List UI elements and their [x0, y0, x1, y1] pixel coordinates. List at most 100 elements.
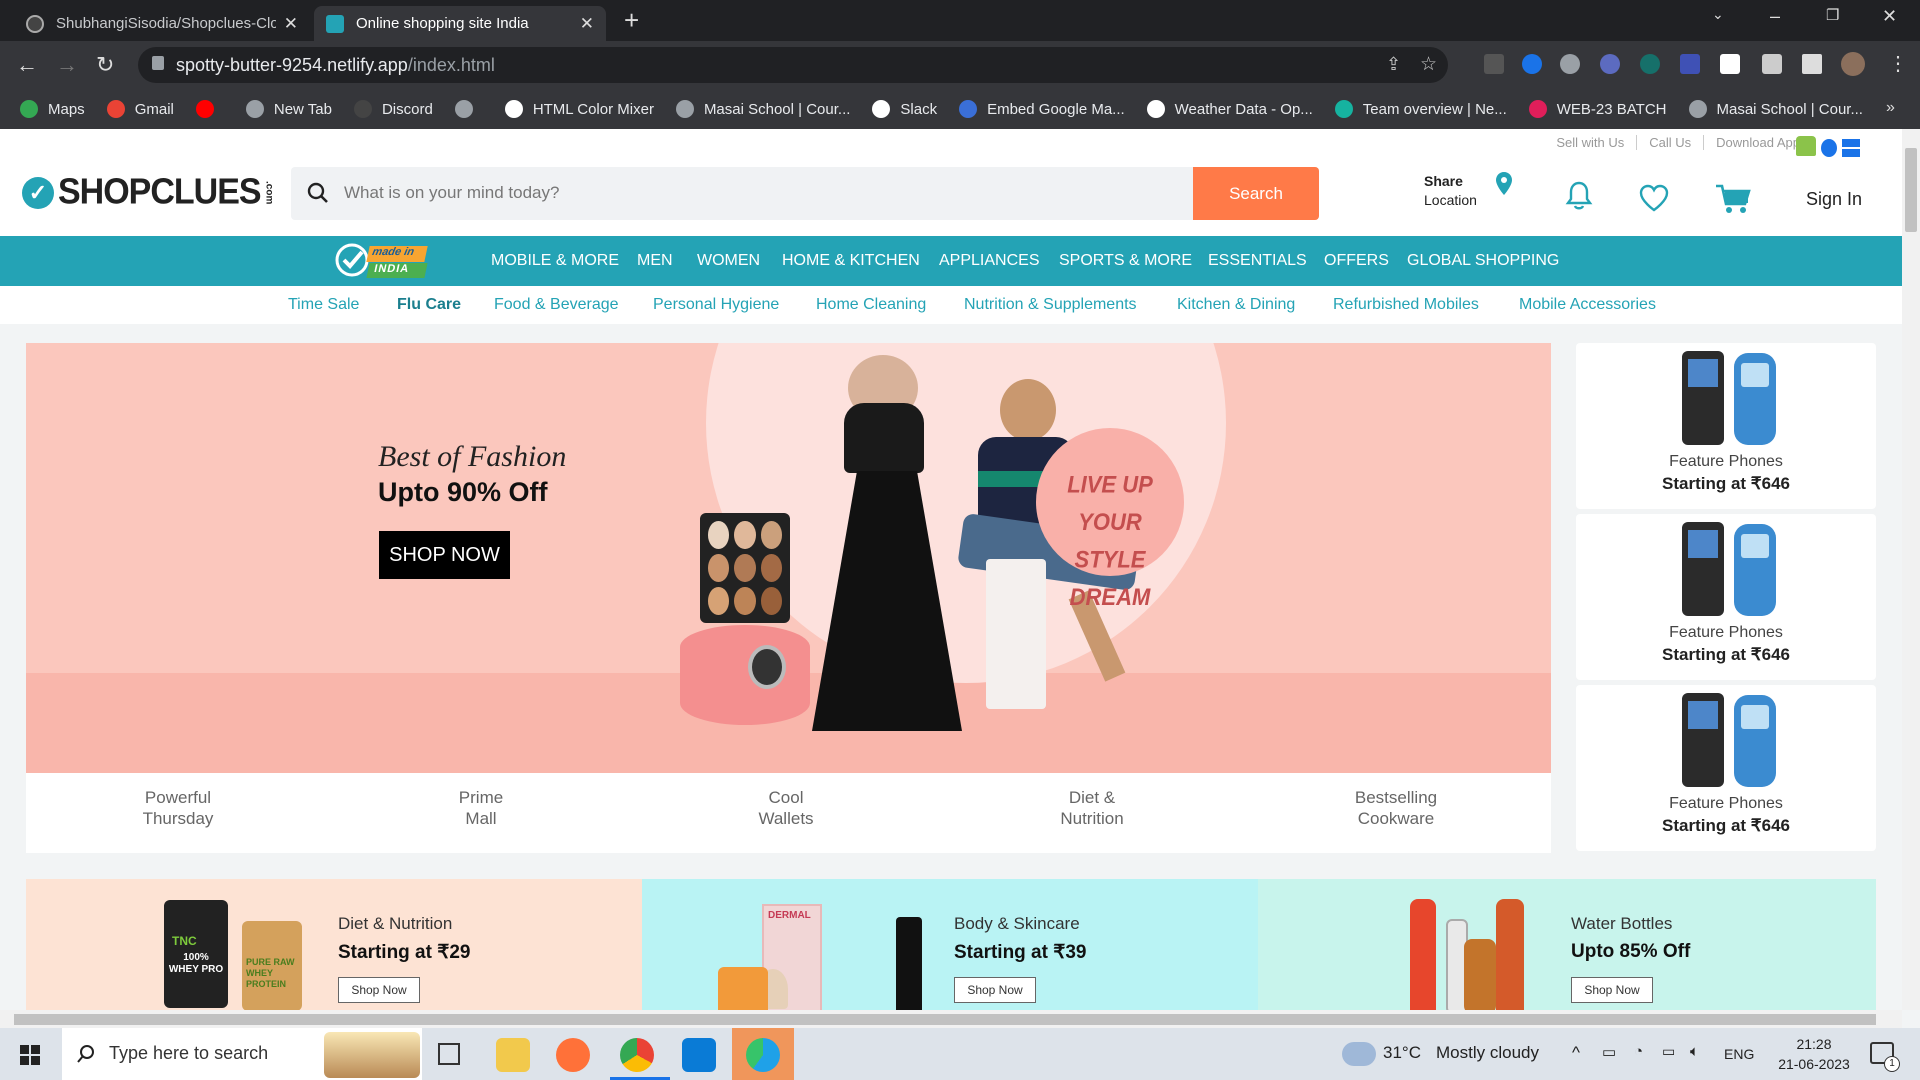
- category-link[interactable]: OFFERS: [1324, 252, 1389, 270]
- cart-icon[interactable]: [1715, 183, 1751, 215]
- promo-card-body-skincare[interactable]: DERMAL Body & Skincare Starting at ₹39 S…: [642, 879, 1258, 1010]
- hero-quick-link[interactable]: Bestselling Cookware: [1296, 787, 1496, 829]
- hero-quick-link[interactable]: Prime Mall: [381, 787, 581, 829]
- bookmark-item[interactable]: Masai School | Cour...: [675, 100, 850, 118]
- battery-icon[interactable]: ▭: [1662, 1043, 1675, 1060]
- bookmark-item[interactable]: Team overview | Ne...: [1334, 100, 1507, 118]
- browser-tab-github[interactable]: ShubhangiSisodia/Shopclues-Clo ✕: [14, 6, 310, 41]
- clock[interactable]: 21:28 21-06-2023: [1772, 1034, 1856, 1074]
- close-tab-icon[interactable]: ✕: [580, 14, 594, 34]
- shop-now-button[interactable]: Shop Now: [338, 977, 420, 1003]
- wifi-icon[interactable]: ◔: [1634, 1043, 1643, 1060]
- bookmark-star-icon[interactable]: ☆: [1420, 53, 1437, 76]
- hero-quick-link[interactable]: Cool Wallets: [686, 787, 886, 829]
- category-link[interactable]: WOMEN: [697, 252, 760, 270]
- close-tab-icon[interactable]: ✕: [284, 14, 298, 34]
- bookmark-item[interactable]: Slack: [872, 100, 937, 118]
- edge-icon[interactable]: [746, 1038, 780, 1072]
- address-bar[interactable]: spotty-butter-9254.netlify.app/index.htm…: [138, 47, 1448, 83]
- bookmark-item[interactable]: Weather Data - Op...: [1146, 100, 1313, 118]
- extension-react-icon[interactable]: [1600, 54, 1620, 74]
- weather-cloud-icon[interactable]: [1342, 1042, 1376, 1066]
- category-link[interactable]: GLOBAL SHOPPING: [1407, 252, 1559, 270]
- category-link[interactable]: SPORTS & MORE: [1059, 252, 1192, 270]
- more-bookmarks-icon[interactable]: »: [1886, 99, 1895, 117]
- extension-puzzle-blue-icon[interactable]: [1680, 54, 1700, 74]
- subcategory-link[interactable]: Flu Care: [397, 296, 461, 314]
- call-us-link[interactable]: Call Us: [1637, 135, 1705, 150]
- shop-now-button[interactable]: SHOP NOW: [379, 531, 510, 579]
- restore-icon[interactable]: ❐: [1826, 6, 1839, 24]
- bookmark-item[interactable]: Maps: [20, 100, 85, 118]
- subcategory-link[interactable]: Personal Hygiene: [653, 296, 779, 314]
- extension-pen-icon[interactable]: [1484, 54, 1504, 74]
- volume-icon[interactable]: 🔈︎: [1690, 1043, 1699, 1060]
- bookmark-item[interactable]: WEB-23 BATCH: [1528, 100, 1667, 118]
- bookmark-item[interactable]: Embed Google Ma...: [959, 100, 1125, 118]
- bookmark-item[interactable]: New Tab: [245, 100, 332, 118]
- extensions-puzzle-icon[interactable]: [1762, 54, 1782, 74]
- subcategory-link[interactable]: Time Sale: [288, 296, 359, 314]
- feature-phone-card[interactable]: Feature Phones Starting at ₹646: [1576, 343, 1876, 509]
- horizontal-scroll-thumb[interactable]: [14, 1014, 1876, 1025]
- promo-card-diet-nutrition[interactable]: TNC 100% WHEY PRO PURE RAW WHEY PROTEIN …: [26, 879, 642, 1010]
- extension-blue-icon[interactable]: [1522, 54, 1542, 74]
- side-panel-icon[interactable]: [1802, 54, 1822, 74]
- extension-grammarly-icon[interactable]: [1560, 54, 1580, 74]
- browser-tab-shopclues[interactable]: Online shopping site India ✕: [314, 6, 606, 41]
- feature-phone-card[interactable]: Feature Phones Starting at ₹646: [1576, 685, 1876, 851]
- apple-icon[interactable]: [1821, 139, 1837, 157]
- location-pin-icon[interactable]: [1494, 171, 1514, 197]
- hero-quick-link[interactable]: Powerful Thursday: [78, 787, 278, 829]
- back-arrow-icon[interactable]: ←: [16, 52, 38, 78]
- bookmark-item[interactable]: HTML Color Mixer: [504, 100, 654, 118]
- chrome-icon[interactable]: [620, 1038, 654, 1072]
- file-explorer-icon[interactable]: [496, 1038, 530, 1072]
- promo-card-water-bottles[interactable]: Water Bottles Upto 85% Off Shop Now: [1258, 879, 1876, 1010]
- bookmark-item[interactable]: [195, 100, 224, 118]
- subcategory-link[interactable]: Kitchen & Dining: [1177, 296, 1295, 314]
- shop-now-button[interactable]: Shop Now: [954, 977, 1036, 1003]
- reload-icon[interactable]: ↻: [96, 52, 114, 78]
- vertical-scrollbar[interactable]: [1902, 129, 1920, 1010]
- category-link[interactable]: APPLIANCES: [939, 252, 1039, 270]
- vscode-icon[interactable]: [682, 1038, 716, 1072]
- subcategory-link[interactable]: Food & Beverage: [494, 296, 619, 314]
- extension-b-icon[interactable]: [1720, 54, 1740, 74]
- feature-phone-card[interactable]: Feature Phones Starting at ₹646: [1576, 514, 1876, 680]
- sell-with-us-link[interactable]: Sell with Us: [1544, 135, 1638, 150]
- forward-arrow-icon[interactable]: →: [56, 52, 78, 78]
- search-input[interactable]: What is on your mind today?: [344, 183, 559, 203]
- share-page-icon[interactable]: ⇪: [1386, 54, 1401, 75]
- share-location-button[interactable]: Share Location: [1424, 172, 1477, 210]
- hero-banner[interactable]: Best of Fashion Upto 90% Off SHOP NOW LI…: [26, 343, 1551, 773]
- search-button[interactable]: Search: [1193, 167, 1319, 220]
- sign-in-link[interactable]: Sign In: [1806, 189, 1862, 210]
- subcategory-link[interactable]: Refurbished Mobiles: [1333, 296, 1479, 314]
- made-in-india-badge[interactable]: made in INDIA: [334, 242, 430, 280]
- extension-gear-icon[interactable]: [1640, 54, 1660, 74]
- subcategory-link[interactable]: Mobile Accessories: [1519, 296, 1656, 314]
- minimize-icon[interactable]: –: [1770, 6, 1780, 27]
- show-hidden-icons-chevron-icon[interactable]: ^: [1572, 1043, 1580, 1063]
- firefox-icon[interactable]: [556, 1038, 590, 1072]
- bookmark-item[interactable]: Masai School | Cour...: [1688, 100, 1863, 118]
- menu-kebab-icon[interactable]: ⋮: [1888, 51, 1908, 76]
- profile-avatar[interactable]: [1841, 52, 1865, 76]
- tab-search-chevron-icon[interactable]: ⌄: [1712, 6, 1724, 23]
- shop-now-button[interactable]: Shop Now: [1571, 977, 1653, 1003]
- vertical-scroll-thumb[interactable]: [1905, 148, 1917, 232]
- category-link[interactable]: MEN: [637, 252, 673, 270]
- new-tab-plus-icon[interactable]: +: [624, 6, 639, 34]
- wishlist-heart-icon[interactable]: [1638, 184, 1670, 212]
- close-window-icon[interactable]: ✕: [1882, 6, 1897, 27]
- weather-temp[interactable]: 31°C: [1383, 1043, 1421, 1063]
- language-indicator[interactable]: ENG: [1724, 1046, 1754, 1062]
- task-view-icon[interactable]: [438, 1043, 460, 1065]
- android-icon[interactable]: [1796, 136, 1816, 156]
- windows-icon[interactable]: [1842, 139, 1860, 157]
- category-link[interactable]: HOME & KITCHEN: [782, 252, 920, 270]
- shopclues-logo[interactable]: ✓ SHOPCLUES .com: [22, 172, 275, 212]
- bookmark-item[interactable]: Discord: [353, 100, 433, 118]
- taskbar-search-box[interactable]: Type here to search: [62, 1028, 422, 1080]
